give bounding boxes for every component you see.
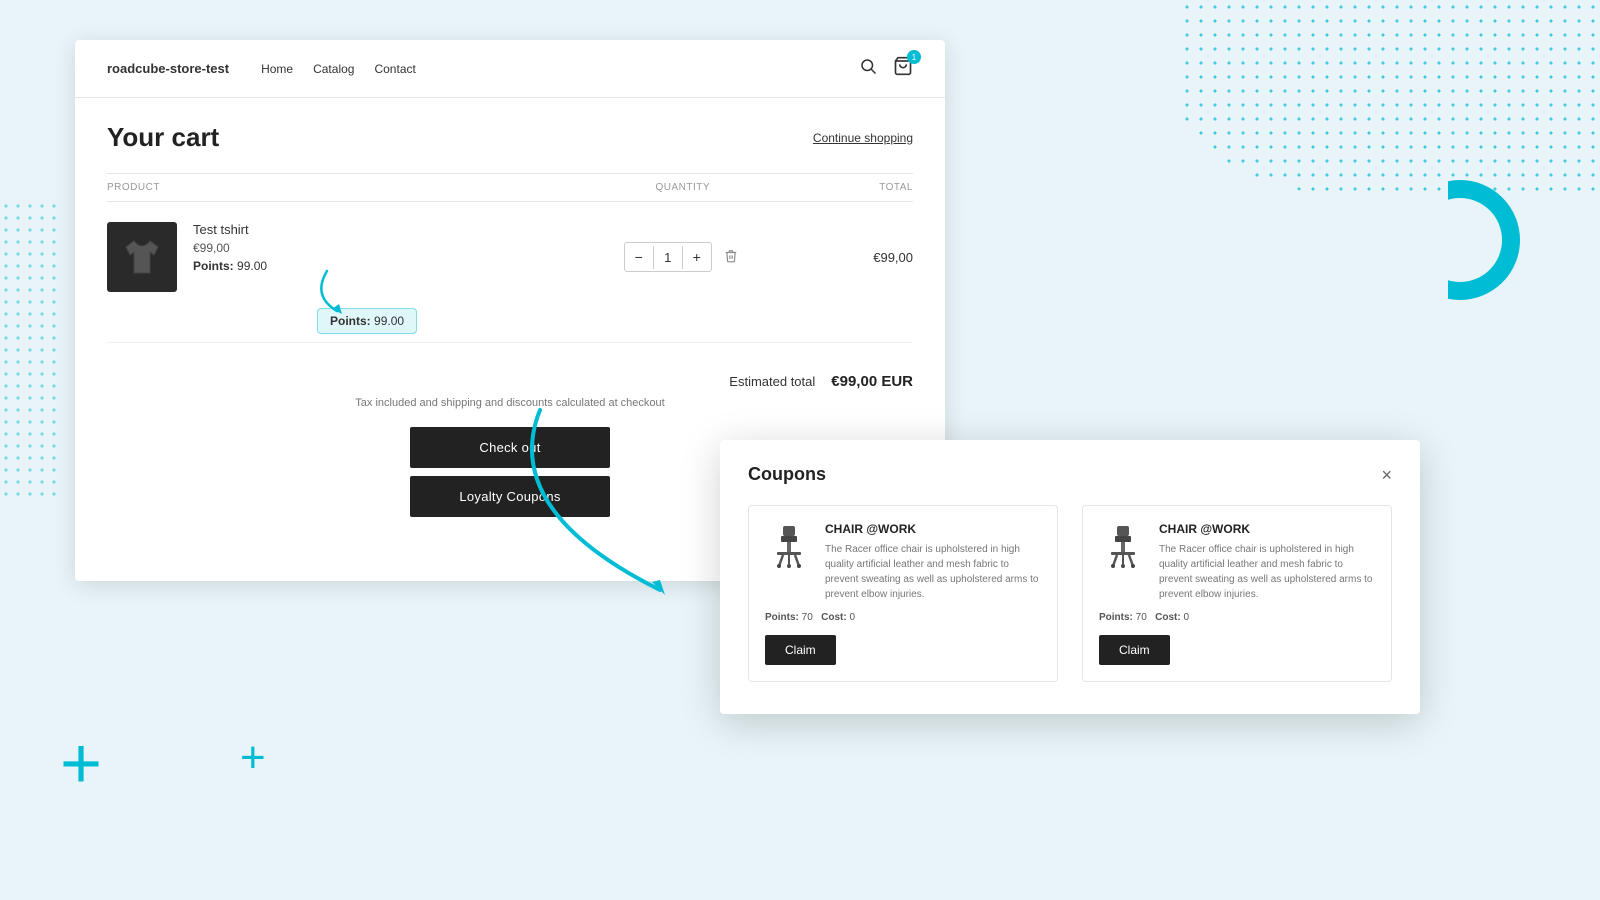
estimated-value: €99,00 EUR xyxy=(831,373,913,390)
coupons-grid: CHAIR @WORK The Racer office chair is up… xyxy=(748,505,1392,682)
delete-item-button[interactable] xyxy=(720,245,742,270)
claim-button-2[interactable]: Claim xyxy=(1099,635,1170,665)
points-arrow-svg xyxy=(307,266,377,316)
cart-item: Test tshirt €99,00 Points: 99.00 − 1 + xyxy=(107,202,913,343)
tax-note: Tax included and shipping and discounts … xyxy=(107,396,913,411)
coupon-card-1: CHAIR @WORK The Racer office chair is up… xyxy=(748,505,1058,682)
nav-links: Home Catalog Contact xyxy=(261,62,859,76)
header-icons: 1 xyxy=(859,56,913,81)
coupon-info-2: CHAIR @WORK The Racer office chair is up… xyxy=(1159,522,1375,602)
item-image xyxy=(107,222,177,292)
item-details: Test tshirt €99,00 Points: 99.00 xyxy=(193,222,267,273)
coupon-cost-label-2: Cost: xyxy=(1155,612,1181,623)
col-quantity-header: QUANTITY xyxy=(568,182,798,193)
cart-badge: 1 xyxy=(907,50,921,64)
coupon-points-label-1: Points: xyxy=(765,612,799,623)
coupon-points-val-1: 70 xyxy=(802,612,813,623)
coupon-card-2-header: CHAIR @WORK The Racer office chair is up… xyxy=(1099,522,1375,602)
nav-contact[interactable]: Contact xyxy=(374,62,415,76)
coupon-card-2: CHAIR @WORK The Racer office chair is up… xyxy=(1082,505,1392,682)
claim-button-1[interactable]: Claim xyxy=(765,635,836,665)
coupon-desc-1: The Racer office chair is upholstered in… xyxy=(825,542,1041,602)
store-logo: roadcube-store-test xyxy=(107,61,229,76)
points-tooltip-wrapper: Points: 99.00 xyxy=(317,308,417,334)
tooltip-points-key: Points: xyxy=(330,314,371,328)
quantity-value: 1 xyxy=(653,246,683,269)
points-val: 99.00 xyxy=(237,259,267,273)
continue-shopping-link[interactable]: Continue shopping xyxy=(813,131,913,145)
item-points-label: Points: 99.00 xyxy=(193,259,267,273)
coupon-desc-2: The Racer office chair is upholstered in… xyxy=(1159,542,1375,602)
quantity-stepper: − 1 + xyxy=(624,242,712,272)
points-key: Points: xyxy=(193,259,234,273)
modal-title: Coupons xyxy=(748,464,826,485)
background-plus-large: + xyxy=(60,728,102,800)
coupon-image-1 xyxy=(765,522,813,570)
cart-table-headers: PRODUCT QUANTITY TOTAL xyxy=(107,173,913,202)
tooltip-points-val: 99.00 xyxy=(374,314,404,328)
coupon-cost-label-1: Cost: xyxy=(821,612,847,623)
col-product-header: PRODUCT xyxy=(107,182,568,193)
quantity-decrease-button[interactable]: − xyxy=(625,243,653,271)
modal-close-button[interactable]: × xyxy=(1381,466,1392,484)
estimated-total-row: Estimated total €99,00 EUR xyxy=(107,373,913,390)
cart-header-row: Your cart Continue shopping xyxy=(107,122,913,153)
coupon-cost-val-2: 0 xyxy=(1183,612,1189,623)
coupon-meta-1: Points: 70 Cost: 0 xyxy=(765,612,1041,623)
coupon-points-val-2: 70 xyxy=(1136,612,1147,623)
coupon-points-label-2: Points: xyxy=(1099,612,1133,623)
estimated-label: Estimated total xyxy=(729,374,815,389)
coupon-name-2: CHAIR @WORK xyxy=(1159,522,1375,536)
coupon-meta-2: Points: 70 Cost: 0 xyxy=(1099,612,1375,623)
nav-home[interactable]: Home xyxy=(261,62,293,76)
background-plus-small: + xyxy=(240,736,266,780)
cart-icon[interactable]: 1 xyxy=(893,56,913,81)
coupon-card-1-header: CHAIR @WORK The Racer office chair is up… xyxy=(765,522,1041,602)
coupon-info-1: CHAIR @WORK The Racer office chair is up… xyxy=(825,522,1041,602)
background-dots-top-right xyxy=(1180,0,1600,200)
nav-catalog[interactable]: Catalog xyxy=(313,62,354,76)
store-header: roadcube-store-test Home Catalog Contact… xyxy=(75,40,945,98)
search-icon[interactable] xyxy=(859,57,877,80)
estimated-total-section: Estimated total €99,00 EUR Tax included … xyxy=(107,373,913,411)
coupons-modal: Coupons × xyxy=(720,440,1420,714)
modal-header: Coupons × xyxy=(748,464,1392,485)
checkout-button[interactable]: Check out xyxy=(410,427,610,468)
item-quantity-col: − 1 + xyxy=(568,242,798,272)
coupon-name-1: CHAIR @WORK xyxy=(825,522,1041,536)
item-total-col: €99,00 xyxy=(798,250,913,265)
col-total-header: TOTAL xyxy=(798,182,913,193)
background-dots-left xyxy=(0,200,60,500)
loyalty-coupons-button[interactable]: Loyalty Coupons xyxy=(410,476,610,517)
cart-title: Your cart xyxy=(107,122,219,153)
coupon-cost-val-1: 0 xyxy=(849,612,855,623)
item-name: Test tshirt xyxy=(193,222,267,237)
coupon-image-2 xyxy=(1099,522,1147,570)
quantity-increase-button[interactable]: + xyxy=(683,243,711,271)
item-price: €99,00 xyxy=(193,241,267,255)
